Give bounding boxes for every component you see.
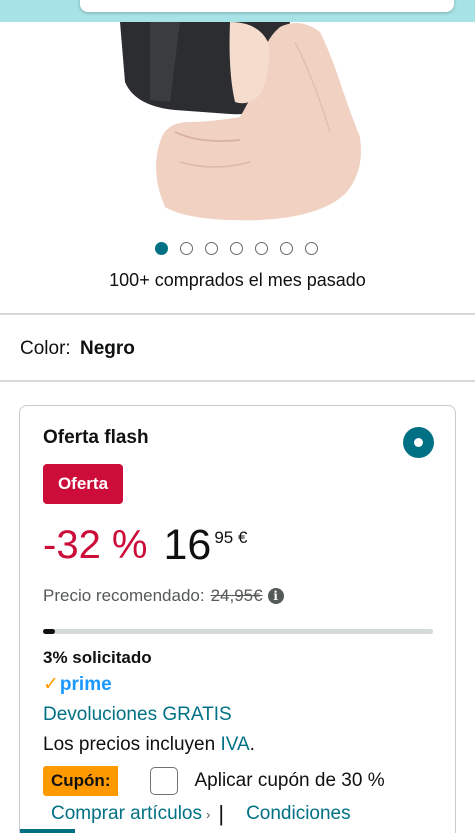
info-icon[interactable]: i xyxy=(267,588,284,604)
search-box[interactable] xyxy=(80,0,454,12)
pagination-dot[interactable] xyxy=(205,242,218,255)
coupon-row: Cupón: Aplicar cupón de 30 % xyxy=(43,766,443,796)
price-fraction: 95 € xyxy=(214,528,248,547)
vat-link[interactable]: IVA xyxy=(220,734,249,755)
color-selection: Color: Negro xyxy=(20,338,135,360)
shop-items-link[interactable]: Comprar artículos xyxy=(51,803,202,825)
link-separator: | xyxy=(218,801,225,826)
recommended-price: Precio recomendado: 24,95€ i xyxy=(43,586,284,606)
divider xyxy=(0,313,475,315)
discount-percent: -32 % xyxy=(43,523,148,567)
divider xyxy=(0,380,475,382)
conditions-link[interactable]: Condiciones xyxy=(246,803,351,825)
top-search-bar-background xyxy=(0,0,475,22)
recommended-price-label: Precio recomendado: xyxy=(43,586,205,605)
pagination-dot[interactable] xyxy=(305,242,318,255)
claimed-progress-fill xyxy=(43,629,55,634)
pagination-dot[interactable] xyxy=(280,242,293,255)
coupon-checkbox[interactable] xyxy=(150,767,179,795)
coupon-apply-text[interactable]: Aplicar cupón de 30 % xyxy=(194,770,384,792)
vat-suffix: . xyxy=(249,734,255,755)
color-value: Negro xyxy=(79,338,135,359)
prime-check-icon: ✓ xyxy=(43,674,59,695)
price-whole: 16 xyxy=(163,521,212,569)
vat-prefix: Los precios incluyen xyxy=(43,734,221,755)
vat-notice: Los precios incluyen IVA. xyxy=(43,734,255,756)
deal-badge: Oferta xyxy=(43,464,123,504)
image-pagination-dots xyxy=(155,242,318,255)
pagination-dot-active[interactable] xyxy=(155,242,168,255)
recommended-price-value: 24,95€ xyxy=(210,586,263,605)
bought-last-month: 100+ comprados el mes pasado xyxy=(109,270,366,290)
free-returns-link[interactable]: Devoluciones GRATIS xyxy=(43,704,232,726)
coupon-tag: Cupón: xyxy=(43,766,119,796)
prime-label: prime xyxy=(59,673,112,695)
pagination-dot[interactable] xyxy=(230,242,243,255)
product-image[interactable] xyxy=(0,22,475,222)
flash-deal-card[interactable]: Oferta flash Oferta -32 % 16 95 € Precio… xyxy=(19,405,456,833)
claimed-progress-bar xyxy=(43,629,433,634)
chevron-right-icon: › xyxy=(206,806,211,822)
price-row: -32 % 16 95 € xyxy=(43,522,247,572)
pagination-dot[interactable] xyxy=(255,242,268,255)
product-photo xyxy=(120,22,361,221)
color-label: Color: xyxy=(20,338,71,359)
coupon-links-row: Comprar artículos › | Condiciones xyxy=(51,801,351,827)
claimed-text: 3% solicitado xyxy=(43,648,152,667)
deal-radio-button[interactable] xyxy=(403,427,434,458)
bottom-tab-indicator xyxy=(20,829,75,833)
prime-logo: ✓ prime xyxy=(43,673,112,696)
pagination-dot[interactable] xyxy=(180,242,193,255)
deal-title: Oferta flash xyxy=(43,427,149,448)
